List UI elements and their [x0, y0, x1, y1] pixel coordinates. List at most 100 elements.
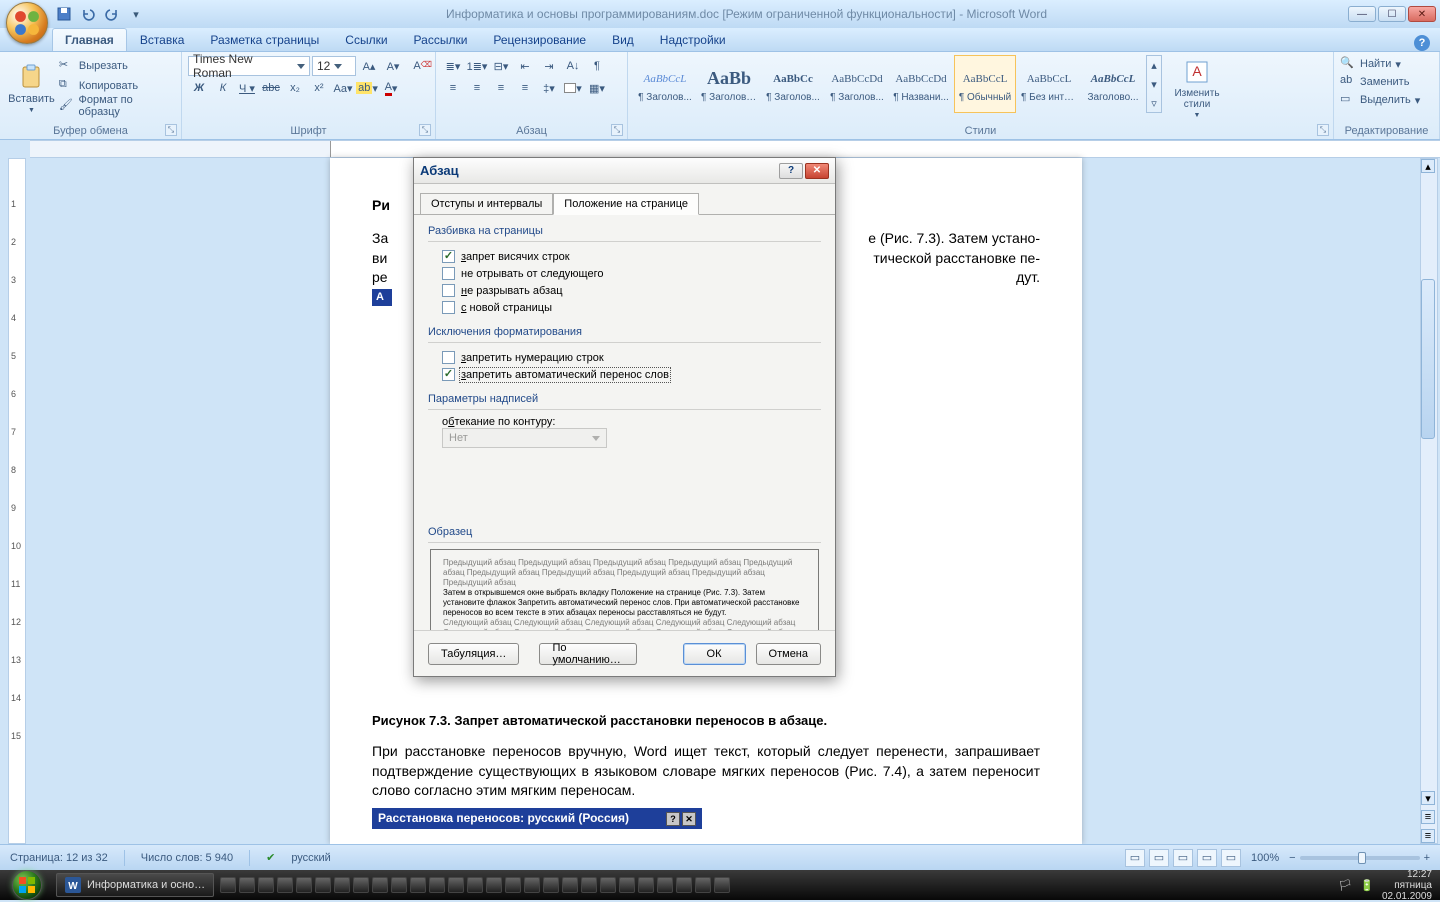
hyphen-close-icon[interactable]: ✕ [682, 812, 696, 826]
strike-icon[interactable]: abc [260, 77, 282, 99]
ql-icon[interactable] [391, 877, 407, 893]
status-words[interactable]: Число слов: 5 940 [141, 852, 233, 864]
zoom-in-icon[interactable]: + [1424, 852, 1430, 864]
qat-customize-icon[interactable]: ▾ [127, 5, 145, 23]
view-print-icon[interactable]: ▭ [1125, 849, 1145, 867]
shading-icon[interactable]: ▾ [562, 77, 584, 99]
zoom-slider[interactable] [1300, 856, 1420, 860]
tray-flag-icon[interactable]: 🏳 [1338, 879, 1352, 892]
clear-format-icon[interactable]: A⌫ [406, 55, 428, 77]
horizontal-ruler[interactable] [30, 140, 1440, 158]
style-item[interactable]: AaBbCc¶ Заголов... [762, 55, 824, 113]
align-center-icon[interactable]: ≡ [466, 77, 488, 99]
next-page-icon[interactable]: ≡ [1421, 829, 1435, 843]
increase-indent-icon[interactable]: ⇥ [538, 55, 560, 77]
align-left-icon[interactable]: ≡ [442, 77, 464, 99]
ql-icon[interactable] [334, 877, 350, 893]
ql-icon[interactable] [467, 877, 483, 893]
font-launcher[interactable]: ⤡ [419, 124, 431, 136]
dialog-close-button[interactable]: ✕ [805, 163, 829, 179]
clipboard-launcher[interactable]: ⤡ [165, 124, 177, 136]
grow-font-icon[interactable]: A▴ [358, 55, 380, 77]
scroll-thumb[interactable] [1421, 279, 1435, 439]
style-item[interactable]: AaBbCcDd¶ Названи... [890, 55, 952, 113]
format-painter-button[interactable]: 🖌Формат по образцу [59, 97, 175, 115]
default-button[interactable]: По умолчанию… [539, 643, 637, 665]
ql-icon[interactable] [543, 877, 559, 893]
office-button[interactable] [6, 2, 48, 44]
scroll-up-icon[interactable]: ▴ [1421, 159, 1435, 173]
ql-icon[interactable] [448, 877, 464, 893]
font-size-combo[interactable]: 12 [312, 56, 356, 76]
tab-review[interactable]: Рецензирование [480, 28, 599, 51]
style-item[interactable]: AaBbCcL¶ Заголов... [634, 55, 696, 113]
ql-icon[interactable] [315, 877, 331, 893]
help-icon[interactable]: ? [1414, 35, 1430, 51]
start-button[interactable] [0, 870, 54, 900]
ql-icon[interactable] [562, 877, 578, 893]
ql-icon[interactable] [410, 877, 426, 893]
chk-suppress-line-num[interactable] [442, 351, 455, 364]
tab-home[interactable]: Главная [52, 28, 127, 51]
chk-page-before[interactable] [442, 301, 455, 314]
sort-icon[interactable]: A↓ [562, 55, 584, 77]
ql-icon[interactable] [258, 877, 274, 893]
ql-icon[interactable] [581, 877, 597, 893]
taskbar-app-word[interactable]: W Информатика и осно… [56, 873, 214, 897]
styles-gallery[interactable]: AaBbCcL¶ Заголов... AaBb¶ Заголово... Aa… [634, 55, 1144, 113]
tab-page-layout[interactable]: Разметка страницы [197, 28, 332, 51]
ql-icon[interactable] [296, 877, 312, 893]
styles-launcher[interactable]: ⤡ [1317, 124, 1329, 136]
close-button[interactable]: ✕ [1408, 6, 1436, 22]
paste-button[interactable]: Вставить ▼ [6, 55, 57, 121]
para-launcher[interactable]: ⤡ [611, 124, 623, 136]
qat-undo-icon[interactable] [79, 5, 97, 23]
underline-icon[interactable]: Ч ▾ [236, 77, 258, 99]
chk-keep-together[interactable] [442, 284, 455, 297]
ql-icon[interactable] [676, 877, 692, 893]
style-item[interactable]: AaBbCcLЗаголово... [1082, 55, 1144, 113]
tabs-button[interactable]: Табуляция… [428, 643, 519, 665]
multilevel-icon[interactable]: ⊟▾ [490, 55, 512, 77]
zoom-out-icon[interactable]: − [1289, 852, 1295, 864]
highlight-icon[interactable]: ab▾ [356, 77, 378, 99]
ql-icon[interactable] [657, 877, 673, 893]
tab-references[interactable]: Ссылки [332, 28, 400, 51]
tab-mailings[interactable]: Рассылки [401, 28, 481, 51]
italic-icon[interactable]: К [212, 77, 234, 99]
ql-icon[interactable] [220, 877, 236, 893]
dialog-tab-position[interactable]: Положение на странице [553, 193, 699, 215]
qat-save-icon[interactable] [55, 5, 73, 23]
ql-icon[interactable] [239, 877, 255, 893]
dialog-help-button[interactable]: ? [779, 163, 803, 179]
style-item[interactable]: AaBbCcL¶ Без инте... [1018, 55, 1080, 113]
chk-no-hyphen[interactable] [442, 368, 455, 381]
hyphen-help-icon[interactable]: ? [666, 812, 680, 826]
zoom-value[interactable]: 100% [1251, 852, 1279, 864]
style-scroll-up[interactable]: ▴ [1147, 56, 1161, 74]
replace-button[interactable]: abЗаменить [1340, 73, 1433, 91]
copy-button[interactable]: ⧉Копировать [59, 77, 175, 95]
ql-icon[interactable] [695, 877, 711, 893]
ql-icon[interactable] [638, 877, 654, 893]
ql-icon[interactable] [353, 877, 369, 893]
font-name-combo[interactable]: Times New Roman [188, 56, 310, 76]
view-read-icon[interactable]: ▭ [1149, 849, 1169, 867]
decrease-indent-icon[interactable]: ⇤ [514, 55, 536, 77]
prev-page-icon[interactable]: ≡ [1421, 810, 1435, 824]
change-styles-button[interactable]: A Изменить стили ▼ [1164, 55, 1230, 121]
tray-clock[interactable]: 12:27 пятница 02.01.2009 [1382, 869, 1432, 902]
view-outline-icon[interactable]: ▭ [1197, 849, 1217, 867]
borders-icon[interactable]: ▦▾ [586, 77, 608, 99]
scroll-down-icon[interactable]: ▾ [1421, 791, 1435, 805]
style-scroll-down[interactable]: ▾ [1147, 75, 1161, 93]
chk-keep-next[interactable] [442, 267, 455, 280]
cancel-button[interactable]: Отмена [756, 643, 821, 665]
find-button[interactable]: 🔍Найти ▾ [1340, 55, 1433, 73]
ql-icon[interactable] [505, 877, 521, 893]
ql-icon[interactable] [600, 877, 616, 893]
numbering-icon[interactable]: 1≣▾ [466, 55, 488, 77]
style-more[interactable]: ▿ [1147, 94, 1161, 112]
vertical-scrollbar[interactable]: ▴ ▾ ≡ ≡ [1420, 158, 1438, 844]
select-button[interactable]: ▭Выделить ▾ [1340, 91, 1433, 109]
